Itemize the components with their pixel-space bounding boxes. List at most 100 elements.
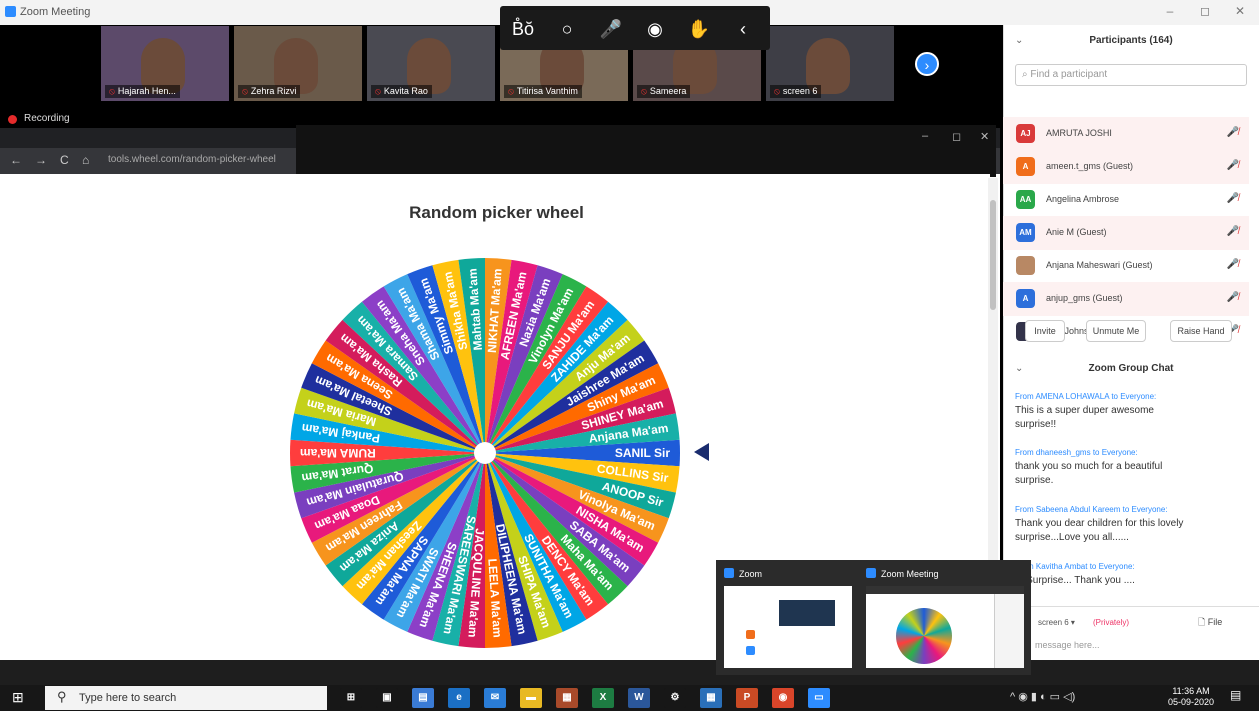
chat-text: This is a super duper awesome surprise!!: [1015, 405, 1154, 430]
participant-search-placeholder: Find a participant: [1030, 69, 1108, 80]
video-tile-label: ⦸ screen 6: [770, 85, 822, 98]
participants-title: Participants (164): [1089, 35, 1173, 46]
minimize-button[interactable]: –: [1160, 4, 1180, 18]
reload-icon[interactable]: C: [60, 153, 69, 167]
maximize-button[interactable]: ◻: [1195, 4, 1215, 18]
system-tray[interactable]: ^ ◉ ▮ ◐ ▭ ◁): [1010, 690, 1160, 706]
taskbar-previews: Zoom Zoom Meeting: [716, 560, 1031, 675]
shared-minimize-icon[interactable]: –: [922, 130, 928, 142]
window-title: Zoom Meeting: [20, 6, 91, 18]
chat-text: at Surprise... Thank you ....: [1015, 575, 1135, 586]
start-button[interactable]: ⊞: [12, 690, 26, 704]
participant-name: anjup_gms (Guest): [1046, 293, 1123, 303]
unmute-me-button[interactable]: Unmute Me: [1086, 320, 1146, 342]
url-field[interactable]: tools.wheel.com/random-picker-wheel: [108, 154, 276, 165]
avatar: [1016, 256, 1035, 275]
taskbar-app-icon[interactable]: ✉: [484, 688, 506, 708]
preview-zoom-thumbnail: [724, 586, 852, 668]
taskbar-app-icon[interactable]: ⊞: [340, 688, 362, 708]
taskbar-app-icon[interactable]: ▦: [700, 688, 722, 708]
avatar: AA: [1016, 190, 1035, 209]
taskbar-app-icon[interactable]: ▣: [376, 688, 398, 708]
page-scrollbar-thumb[interactable]: [990, 200, 996, 310]
muted-mic-icon: 🎤̸: [1226, 160, 1239, 171]
microphone-icon[interactable]: 🎤: [594, 12, 628, 46]
video-tile-label: ⦸ Titirisa Vanthim: [504, 85, 582, 98]
invite-button[interactable]: Invite: [1025, 320, 1065, 342]
participant-name: ameen.t_gms (Guest): [1046, 161, 1134, 171]
chat-message: From Sabeena Abdul Kareem to Everyone: Th…: [1015, 505, 1195, 545]
video-tile-label: ⦸ Kavita Rao: [371, 85, 432, 98]
video-tile-label: ⦸ Zehra Rizvi: [238, 85, 301, 98]
video-tile[interactable]: ⦸ Hajarah Hen...: [100, 25, 230, 102]
participant-row[interactable]: Aameen.t_gms (Guest) 🎤̸: [1003, 150, 1249, 184]
participant-row[interactable]: AJ AMRUTA JOSHI 🎤̸: [1003, 117, 1249, 151]
annotation-toolbar: B̊ŏ ○ 🎤 ◉ ✋ ‹: [500, 6, 770, 50]
raise-hand-icon[interactable]: ✋: [682, 12, 716, 46]
video-tile[interactable]: ⦸ screen 6: [765, 25, 895, 102]
muted-mic-icon: 🎤̸: [1226, 292, 1239, 303]
notification-icon[interactable]: ▤: [1230, 688, 1250, 708]
taskbar-app-icon[interactable]: ▤: [412, 688, 434, 708]
muted-mic-icon: 🎤̸: [1226, 193, 1239, 204]
picker-wheel[interactable]: SANIL SirCOLLINS SirANOOP SirVinolya Ma'…: [285, 255, 685, 655]
circle-icon[interactable]: ○: [550, 12, 584, 46]
search-icon: ⚲: [57, 689, 67, 704]
chat-recipient-select[interactable]: screen 6 ▾: [1038, 618, 1075, 627]
taskbar-app-icon[interactable]: P: [736, 688, 758, 708]
preview-zoom-meeting[interactable]: Zoom Meeting: [860, 560, 1030, 673]
file-button[interactable]: 🗋 File: [1198, 615, 1222, 631]
chat-text: thank you so much for a beautiful surpri…: [1015, 461, 1163, 486]
taskbar-app-icon[interactable]: ◉: [772, 688, 794, 708]
taskbar-app-icon[interactable]: ▦: [556, 688, 578, 708]
chat-message: From dhaneesh_gms to Everyone: thank you …: [1015, 448, 1195, 488]
shared-restore-icon[interactable]: ◻: [952, 130, 961, 143]
draw-icon[interactable]: B̊ŏ: [506, 12, 540, 46]
forward-icon[interactable]: →: [35, 153, 47, 167]
back-icon[interactable]: ‹: [726, 12, 760, 46]
taskbar-app-icon[interactable]: ▭: [808, 688, 830, 708]
participant-row[interactable]: Anjana Maheswari (Guest) 🎤̸: [1003, 249, 1249, 283]
taskbar-app-icon[interactable]: X: [592, 688, 614, 708]
participant-row[interactable]: AM Anie M (Guest) 🎤̸: [1003, 216, 1249, 250]
zoom-icon: [724, 568, 734, 578]
raise-hand-button[interactable]: Raise Hand: [1170, 320, 1232, 342]
muted-mic-icon: ⦸: [375, 86, 381, 96]
avatar: A: [1016, 157, 1035, 176]
preview-zoom[interactable]: Zoom: [718, 560, 858, 673]
taskbar-clock[interactable]: 11:36 AM 05-09-2020: [1163, 686, 1219, 708]
preview-meeting-title: Zoom Meeting: [866, 568, 939, 579]
record-icon[interactable]: ◉: [638, 12, 672, 46]
participants-header: ⌄ Participants (164): [1003, 35, 1259, 55]
shared-close-icon[interactable]: ✕: [980, 130, 989, 143]
video-tile[interactable]: ⦸ Zehra Rizvi: [233, 25, 363, 102]
zoom-meeting-icon: [866, 568, 876, 578]
participant-row[interactable]: AA Angelina Ambrose 🎤̸: [1003, 183, 1249, 217]
taskbar-app-icon[interactable]: ⚙: [664, 688, 686, 708]
gallery-next-button[interactable]: ›: [915, 52, 939, 76]
taskbar-app-icon[interactable]: e: [448, 688, 470, 708]
video-tile[interactable]: ⦸ Kavita Rao: [366, 25, 496, 102]
avatar: AM: [1016, 223, 1035, 242]
participant-actions: Invite Unmute Me Raise Hand: [1003, 320, 1259, 344]
chat-message-input[interactable]: message here...: [1035, 640, 1100, 650]
back-icon[interactable]: ←: [10, 153, 22, 167]
recording-label: Recording: [24, 113, 70, 124]
wheel-title: Random picker wheel: [409, 203, 584, 222]
home-icon[interactable]: ⌂: [82, 153, 89, 167]
close-button[interactable]: ✕: [1230, 4, 1250, 18]
clock-date: 05-09-2020: [1167, 697, 1215, 707]
taskbar-app-icon[interactable]: W: [628, 688, 650, 708]
wheel-segment-label: SANIL Sir: [615, 446, 670, 460]
muted-mic-icon: ⦸: [109, 86, 115, 96]
participant-row[interactable]: Aanjup_gms (Guest) 🎤̸: [1003, 282, 1249, 316]
shared-window-controls: – ◻ ✕: [860, 130, 990, 144]
taskbar-app-icon[interactable]: ▬: [520, 688, 542, 708]
chat-title: Zoom Group Chat: [1088, 363, 1174, 374]
avatar: AJ: [1016, 124, 1035, 143]
participant-name: Anjana Maheswari (Guest): [1046, 260, 1153, 270]
participant-search-input[interactable]: ⌕ Find a participant: [1015, 64, 1247, 86]
taskbar-search[interactable]: ⚲ Type here to search: [45, 686, 327, 710]
chat-sender: From Sabeena Abdul Kareem to Everyone:: [1015, 505, 1168, 514]
wheel-segment-label: RUMA Ma'am: [300, 446, 376, 460]
